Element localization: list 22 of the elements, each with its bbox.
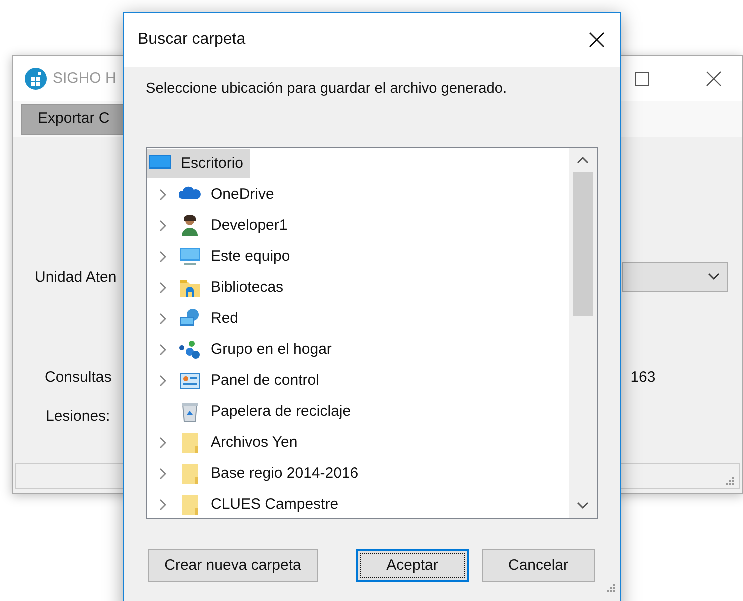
instruction-text: Seleccione ubicación para guardar el archivo generado. — [146, 81, 508, 97]
window-title: SIGHO H — [53, 70, 116, 87]
tree-item[interactable]: Archivos Yen — [157, 428, 304, 457]
dialog-button[interactable]: Crear nueva carpeta — [148, 549, 318, 582]
tree-item[interactable]: Base regio 2014-2016 — [157, 459, 365, 488]
tree-item[interactable]: OneDrive — [157, 180, 280, 209]
tree-item[interactable]: Red — [157, 304, 245, 333]
tree-item[interactable]: Papelera de reciclaje — [157, 397, 358, 426]
field-label: Consultas — [45, 369, 112, 386]
tree-item[interactable]: Developer1 — [157, 211, 294, 240]
field-label: Unidad Aten — [35, 268, 117, 286]
tree-item[interactable]: Este equipo — [157, 242, 296, 271]
value-text: 163 — [630, 369, 656, 386]
tree-item[interactable]: Bibliotecas — [157, 273, 290, 302]
field-label: Lesiones: — [46, 408, 110, 425]
tree-item[interactable]: Escritorio — [147, 149, 250, 178]
tree-item[interactable]: CLUES Campestre — [157, 490, 345, 518]
dialog-button[interactable]: Aceptar — [356, 549, 469, 582]
tree-item[interactable]: Panel de control — [157, 366, 326, 395]
dialog-title: Buscar carpeta — [138, 31, 246, 49]
dialog-button[interactable]: Cancelar — [482, 549, 595, 582]
tree-item[interactable]: Grupo en el hogar — [157, 335, 338, 364]
